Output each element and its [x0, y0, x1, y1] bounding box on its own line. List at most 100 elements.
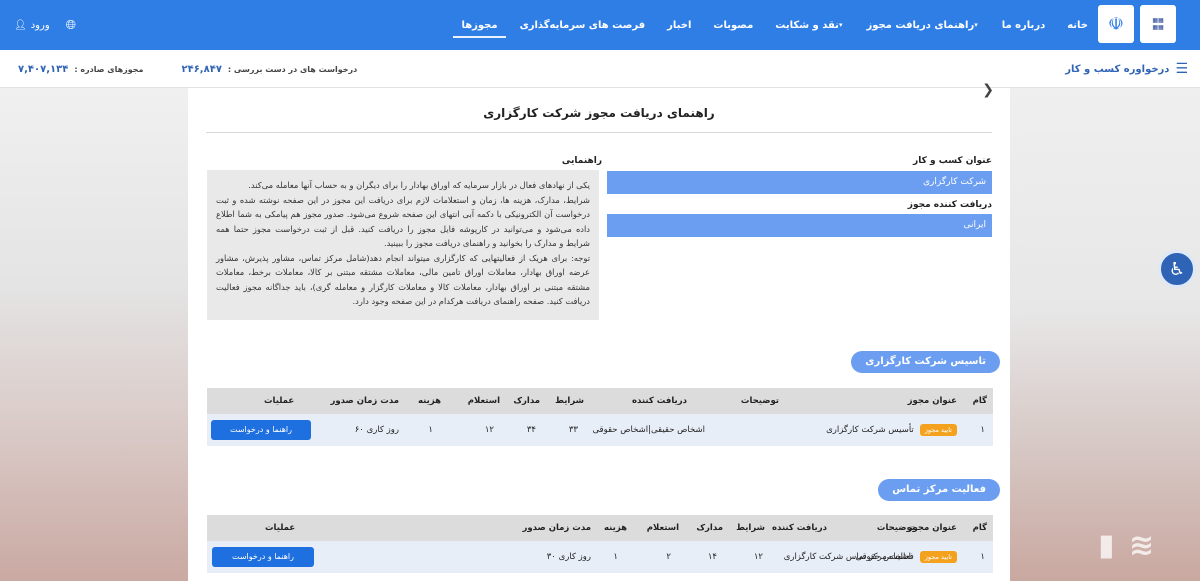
row-receiver: اشخاص حقوقی [855, 552, 911, 562]
table-header: گام عنوان مجوز توضیحات دریافت کننده شرای… [207, 388, 993, 414]
nav-item-news[interactable]: اخبار [667, 0, 691, 50]
license-table-establishment: گام عنوان مجوز توضیحات دریافت کننده شرای… [207, 388, 993, 446]
nav-item-resolutions[interactable]: مصوبات [713, 0, 753, 50]
header-step: گام [972, 396, 987, 406]
receiver-label: دریافت کننده مجوز [907, 200, 992, 210]
header-time: مدت زمان صدور [330, 396, 399, 406]
login-button[interactable]: 👤︎ ورود [14, 20, 50, 31]
row-cost: ۱ [428, 425, 433, 435]
nav-menu: خانه درباره ما راهنمای دریافت مجوز ▾ نقد … [453, 0, 1088, 50]
header-desc: توضیحات [740, 396, 779, 406]
chevron-down-icon: ▾ [838, 21, 843, 29]
table-header: گام عنوان مجوز توضیحات دریافت کننده شرای… [207, 515, 993, 541]
row-conditions: ۱۲ [753, 552, 763, 562]
table-row: ۱ فعالیت مرکز تماس شرکت کارگزاری تایید م… [207, 541, 993, 573]
chevron-down-icon: ▾ [974, 21, 978, 29]
nav-item-label: راهنمای دریافت مجوز [866, 19, 975, 31]
header-inquiry: استعلام [467, 396, 500, 406]
nav-item-label: مجوزها [461, 19, 498, 31]
header-title: عنوان مجوز [907, 523, 957, 533]
header-conditions: شرایط [736, 523, 765, 533]
globe-icon[interactable]: 🌐︎ [66, 18, 76, 33]
nav-item-about[interactable]: درباره ما [1002, 0, 1046, 50]
guide-paragraph: توجه: برای هریک از فعالیتهایی که کارگزار… [216, 252, 590, 307]
logos: ☫ ▦▦ ▦▦ [1098, 5, 1176, 43]
header-desc: توضیحات [876, 523, 915, 533]
pending-label: درخواست های در دست بررسی : [227, 64, 358, 74]
nav-utilities: 👤︎ ورود 🌐︎ [14, 0, 76, 50]
business-title-value: شرکت کارگزاری [607, 171, 992, 194]
sub-bar: درخواوره کسب و کار ☰ درخواست های در دست … [0, 50, 1200, 88]
header-docs: مدارک [696, 523, 723, 533]
row-receiver: اشخاص حقیقی|اشخاص حقوقی [592, 425, 705, 435]
nav-item-label: فرصت های سرمایه‌گذاری [519, 19, 646, 31]
status-badge: تایید مجوز [919, 424, 957, 436]
header-receiver: دریافت کننده [772, 523, 827, 533]
section-title-establishment: تاسیس شرکت کارگزاری [851, 351, 1000, 373]
pending-value: ۲۴۶,۸۴۷ [181, 63, 222, 75]
row-conditions: ۳۳ [568, 425, 578, 435]
header-time: مدت زمان صدور [522, 523, 591, 533]
stats-bar: درخواست های در دست بررسی : ۲۴۶,۸۴۷ مجوزه… [18, 50, 357, 88]
business-request-label: درخواوره کسب و کار [1065, 63, 1170, 75]
user-icon: 👤︎ [14, 19, 27, 31]
nav-item-complaints[interactable]: نقد و شکایت ▾ [775, 0, 844, 50]
row-docs: ۳۴ [526, 425, 536, 435]
issued-value: ۷,۴۰۷,۱۳۴ [18, 63, 69, 75]
header-title: عنوان مجوز [907, 396, 957, 406]
guide-label: راهنمایی [561, 156, 602, 166]
header-inquiry: استعلام [646, 523, 679, 533]
nav-item-licenses[interactable]: مجوزها [453, 0, 506, 50]
header-step: گام [972, 523, 987, 533]
table-row: ۱ تأسیس شرکت کارگزاری تایید مجوز اشخاص ح… [207, 414, 993, 446]
menu-icon: ☰ [1175, 61, 1188, 77]
header-cost: هزینه [604, 523, 627, 533]
back-arrow-icon[interactable]: ❯ [982, 82, 994, 98]
background-image-left [0, 88, 188, 581]
nav-item-investment[interactable]: فرصت های سرمایه‌گذاری [520, 0, 646, 50]
business-title-label: عنوان کسب و کار [913, 156, 992, 166]
header-conditions: شرایط [555, 396, 584, 406]
background-image-right [1010, 88, 1200, 581]
row-ops: راهنما و درخواست [211, 414, 311, 446]
guide-paragraph: یکی از نهادهای فعال در بازار سرمایه که ا… [248, 180, 590, 190]
row-inquiry: ۲ [666, 552, 671, 562]
guide-request-button[interactable]: راهنما و درخواست [211, 420, 311, 440]
nav-item-license-guide[interactable]: راهنمای دریافت مجوز ▾ [866, 0, 979, 50]
license-table-call-center: گام عنوان مجوز توضیحات دریافت کننده شرای… [207, 515, 993, 573]
row-cost: ۱ [613, 552, 618, 562]
guide-request-button[interactable]: راهنما و درخواست [212, 547, 314, 567]
nav-item-home[interactable]: خانه [1067, 0, 1088, 50]
row-step: ۱ [980, 425, 985, 435]
watermark-logo: ▮ ≋ [1098, 528, 1157, 563]
nav-item-label: مصوبات [713, 19, 754, 31]
row-ops: راهنما و درخواست [212, 541, 314, 573]
receiver-value: ایرانی [607, 214, 992, 237]
nav-item-label: درباره ما [1001, 19, 1046, 31]
row-title: تأسیس شرکت کارگزاری تایید مجوز [826, 414, 957, 446]
header-receiver: دریافت کننده [632, 396, 687, 406]
page-title: راهنمای دریافت مجوز شرکت کارگزاری [483, 106, 715, 120]
guide-paragraph: شرایط، مدارک، هزینه ها، زمان و استعلامات… [216, 194, 590, 249]
nav-item-label: نقد و شکایت [775, 19, 839, 31]
accessibility-icon[interactable]: ♿︎ [1158, 250, 1196, 288]
row-inquiry: ۱۲ [484, 425, 494, 435]
login-label: ورود [30, 19, 50, 31]
main-card: ❯ راهنمای دریافت مجوز شرکت کارگزاری عنوا… [188, 82, 1010, 581]
section-title-call-center: فعالیت مرکز تماس [878, 479, 1000, 501]
nav-item-label: اخبار [667, 19, 692, 31]
header-ops: عملیات [265, 523, 296, 533]
row-step: ۱ [980, 552, 985, 562]
header-cost: هزینه [418, 396, 441, 406]
header-docs: مدارک [513, 396, 540, 406]
row-docs: ۱۴ [707, 552, 717, 562]
row-time: ۶۰ روز کاری [354, 425, 399, 435]
status-badge: تایید مجوز [919, 551, 957, 563]
divider [206, 132, 992, 133]
ministry-logo: ▦▦ ▦▦ [1140, 5, 1176, 43]
emblem-logo: ☫ [1098, 5, 1134, 43]
business-request-menu[interactable]: درخواوره کسب و کار ☰ [1065, 50, 1188, 88]
nav-item-label: خانه [1067, 19, 1088, 31]
header-ops: عملیات [264, 396, 295, 406]
row-time: ۳۰ روز کاری [546, 552, 591, 562]
